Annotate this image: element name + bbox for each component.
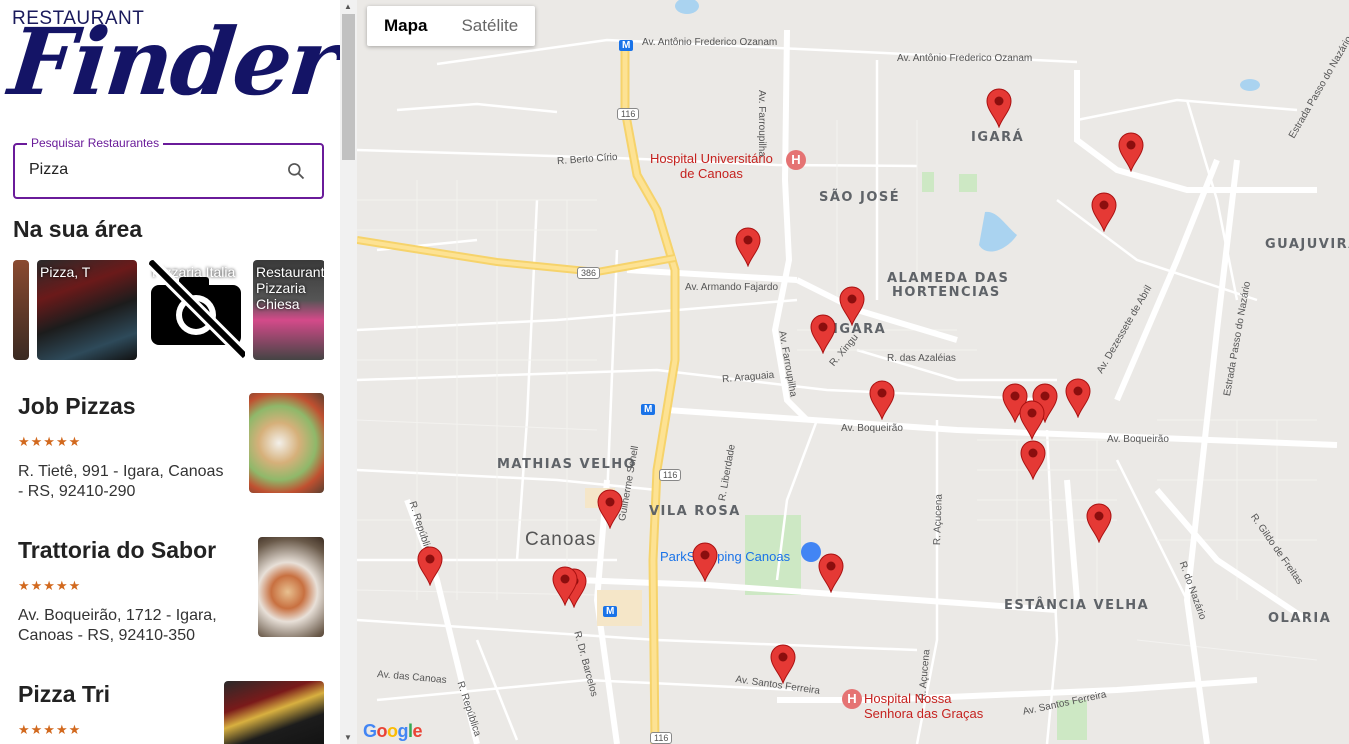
map-city-label: Canoas (525, 529, 597, 550)
carousel-item[interactable]: Restaurante e Pizzaria Chiesa (253, 260, 324, 360)
restaurant-marker-icon[interactable] (810, 314, 836, 354)
street-label: R. Açucena (932, 493, 945, 546)
no-image-icon (149, 260, 245, 360)
restaurant-marker-icon[interactable] (869, 380, 895, 420)
road-number-badge: 116 (650, 732, 673, 744)
search-input[interactable] (29, 161, 269, 179)
carousel-item-label: Pizza, T (40, 264, 91, 280)
search-icon[interactable] (286, 161, 306, 181)
map-neighborhood-label: GUAJUVIRA (1265, 237, 1349, 252)
hospital-icon[interactable]: H (786, 150, 806, 170)
restaurant-marker-icon[interactable] (552, 566, 578, 606)
road-number-badge: 116 (617, 108, 640, 120)
hospital-icon[interactable]: H (842, 689, 862, 709)
map-neighborhood-label: OLARIA (1268, 611, 1332, 626)
poi-name: Hospital Nossa (864, 691, 952, 706)
map-type-map-button[interactable]: Mapa (367, 6, 444, 46)
metro-station-icon[interactable]: M (619, 40, 634, 51)
section-title: Na sua área (13, 216, 143, 242)
map-type-satellite-button[interactable]: Satélite (444, 6, 535, 46)
restaurant-marker-icon[interactable] (770, 644, 796, 684)
restaurant-marker-icon[interactable] (1086, 503, 1112, 543)
result-card[interactable]: Trattoria do Sabor ★★★★★ Av. Boqueirão, … (18, 537, 324, 646)
street-label: Av. Antônio Frederico Ozanam (897, 53, 1033, 64)
restaurant-finder-app: RESTAURANT Finder Pesquisar Restaurantes… (0, 0, 1349, 744)
carousel-item-label: Restaurante e Pizzaria Chiesa (256, 264, 324, 312)
result-address: Av. Boqueirão, 1712 - Igara, Canoas - RS… (18, 607, 217, 644)
map-type-control: Mapa Satélite (367, 6, 536, 46)
nearby-carousel: Pizza, T Pizzaria Italia Restaurante e P… (13, 260, 324, 360)
search-field[interactable]: Pesquisar Restaurantes (13, 136, 324, 199)
scroll-up-icon[interactable]: ▲ (344, 2, 352, 11)
restaurant-marker-icon[interactable] (597, 489, 623, 529)
result-photo[interactable] (224, 681, 324, 744)
result-card[interactable]: Pizza Tri ★★★★★ (18, 681, 324, 744)
street-label: Av. Farroupilha (756, 90, 767, 157)
restaurant-marker-icon[interactable] (1019, 400, 1045, 440)
street-label: Av. Boqueirão (1107, 434, 1169, 445)
map-neighborhood-label: HORTENCIAS (892, 285, 1001, 300)
result-photo[interactable] (258, 537, 324, 637)
search-label: Pesquisar Restaurantes (27, 136, 164, 150)
street-label: Av. Boqueirão (841, 423, 903, 434)
restaurant-marker-icon[interactable] (1020, 440, 1046, 480)
map-neighborhood-label: MATHIAS VELHO (497, 457, 637, 472)
scrollbar-thumb[interactable] (342, 14, 355, 160)
result-address: R. Tietê, 991 - Igara, Canoas - RS, 9241… (18, 463, 224, 500)
restaurant-marker-icon[interactable] (986, 88, 1012, 128)
restaurant-marker-icon[interactable] (1118, 132, 1144, 172)
poi-hospital-universitario[interactable]: Hospital Universitário de Canoas (650, 151, 773, 181)
metro-station-icon[interactable]: M (603, 606, 618, 617)
sidebar: RESTAURANT Finder Pesquisar Restaurantes… (0, 0, 340, 744)
street-label: Av. Antônio Frederico Ozanam (642, 37, 778, 48)
scroll-down-icon[interactable]: ▼ (344, 733, 352, 742)
google-logo: Google (363, 721, 423, 741)
poi-name: de Canoas (679, 166, 743, 181)
brand-logo: Finder (4, 8, 340, 116)
carousel-item[interactable]: Pizzaria Italia (149, 260, 245, 360)
carousel-item[interactable]: Pizza, T (37, 260, 137, 360)
road-number-badge: 386 (577, 267, 601, 279)
map-neighborhood-label: ALAMEDA DAS (887, 271, 1010, 286)
map-neighborhood-label: VILA ROSA (649, 504, 741, 519)
map-roads (357, 0, 1338, 744)
result-card[interactable]: Job Pizzas ★★★★★ R. Tietê, 991 - Igara, … (18, 393, 324, 502)
map[interactable]: Mapa Satélite IGARÁ SÃO JOSÉ GUAJUVIRA A… (357, 0, 1349, 744)
street-label: Av. Armando Fajardo (685, 282, 779, 293)
result-photo[interactable] (249, 393, 324, 493)
map-neighborhood-label: ESTÂNCIA VELHA (1004, 598, 1150, 613)
map-neighborhood-label: IGARÁ (971, 130, 1025, 145)
poi-parkshopping[interactable]: ParkShopping Canoas (660, 549, 790, 564)
poi-name: ParkShopping Canoas (660, 549, 791, 564)
restaurant-marker-icon[interactable] (818, 553, 844, 593)
street-label: R. das Azaléias (887, 353, 956, 364)
poi-name: Senhora das Graças (864, 706, 984, 721)
restaurant-marker-icon[interactable] (839, 286, 865, 326)
poi-name: Hospital Universitário (650, 151, 773, 166)
map-neighborhood-label: SÃO JOSÉ (819, 190, 901, 205)
metro-station-icon[interactable]: M (641, 404, 656, 415)
restaurant-marker-icon[interactable] (1065, 378, 1091, 418)
road-number-badge: 116 (659, 469, 682, 481)
carousel-item-partial[interactable] (13, 260, 29, 360)
poi-hospital-nossa-senhora[interactable]: Hospital Nossa Senhora das Graças (864, 691, 983, 721)
restaurant-marker-icon[interactable] (735, 227, 761, 267)
sidebar-scrollbar[interactable]: ▲ ▼ (340, 0, 357, 744)
restaurant-marker-icon[interactable] (417, 546, 443, 586)
restaurant-marker-icon[interactable] (1091, 192, 1117, 232)
restaurant-marker-icon[interactable] (692, 542, 718, 582)
